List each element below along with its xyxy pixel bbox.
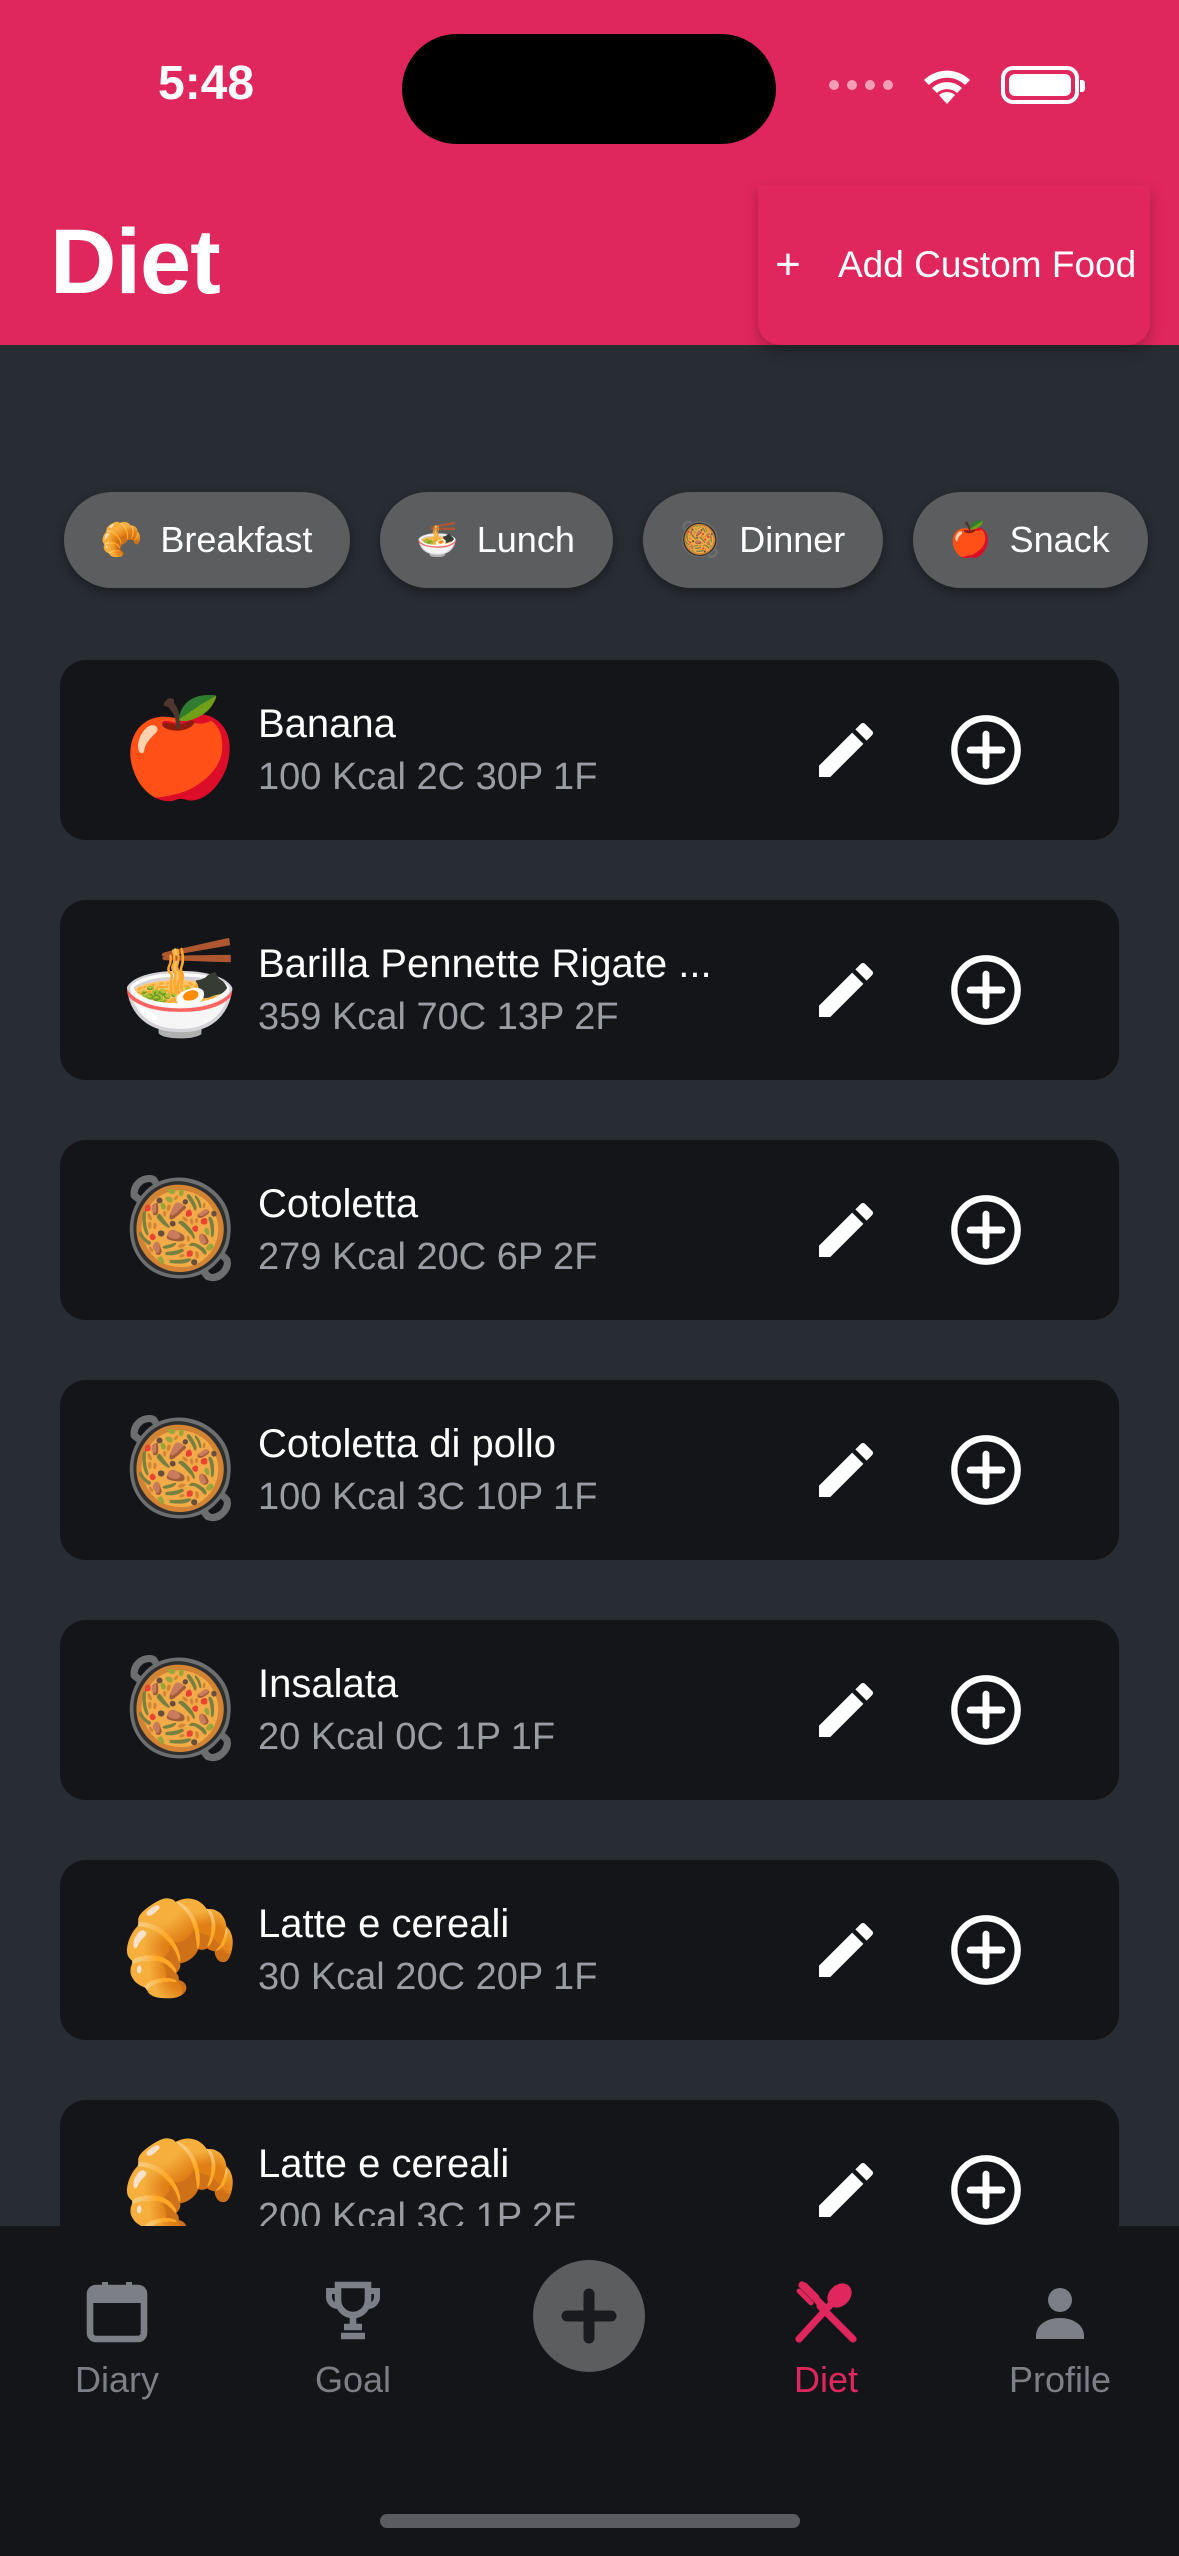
food-card[interactable]: 🥘 Insalata 20 Kcal 0C 1P 1F <box>60 1620 1119 1800</box>
plus-circle-icon[interactable] <box>948 712 1024 788</box>
tab-label: Goal <box>314 2359 392 2400</box>
tab-bar: Diary Goal Diet Profile <box>0 2226 1179 2556</box>
pencil-icon[interactable] <box>810 2154 882 2226</box>
pencil-icon[interactable] <box>810 1914 882 1986</box>
food-name: Cotoletta <box>258 1182 419 1226</box>
croissant-icon: 🥐 <box>100 521 143 559</box>
meal-filter-chips: 🥐 Breakfast 🍜 Lunch 🥘 Dinner 🍎 Snack <box>64 492 1148 588</box>
plus-circle-icon[interactable] <box>948 1912 1024 1988</box>
plus-circle-icon[interactable] <box>948 1192 1024 1268</box>
pencil-icon[interactable] <box>810 1194 882 1266</box>
paella-icon: 🥘 <box>678 521 722 559</box>
noodle-bowl-icon: 🍜 <box>416 521 459 559</box>
home-indicator <box>380 2514 800 2528</box>
food-name: Cotoletta di pollo <box>258 1422 556 1466</box>
tab-label: Diary <box>74 2359 159 2400</box>
chip-dinner[interactable]: 🥘 Dinner <box>642 492 884 588</box>
dynamic-island <box>402 34 776 144</box>
plus-circle-icon[interactable] <box>948 952 1024 1028</box>
plus-circle-icon[interactable] <box>948 1672 1024 1748</box>
status-time: 5:48 <box>158 57 255 110</box>
food-macros: 20 Kcal 0C 1P 1F <box>258 1716 556 1758</box>
food-name: Latte e cereali <box>258 2142 510 2186</box>
chip-label: Snack <box>1009 519 1110 560</box>
plus-circle-icon[interactable] <box>948 1432 1024 1508</box>
add-custom-food-label: Add Custom Food <box>838 244 1137 285</box>
food-card[interactable]: 🍜 Barilla Pennette Rigate ... 359 Kcal 7… <box>60 900 1119 1080</box>
plus-circle-icon[interactable] <box>948 2152 1024 2228</box>
pencil-icon[interactable] <box>810 714 882 786</box>
tab-label: Profile <box>1008 2359 1112 2400</box>
pencil-icon[interactable] <box>810 1434 882 1506</box>
food-name: Barilla Pennette Rigate ... <box>258 942 712 986</box>
tab-label: Diet <box>793 2359 859 2400</box>
food-card[interactable]: 🥘 Cotoletta di pollo 100 Kcal 3C 10P 1F <box>60 1380 1119 1560</box>
paella-icon: 🥘 <box>120 1655 240 1762</box>
apple-icon: 🍎 <box>949 521 992 559</box>
calendar-icon <box>86 2282 148 2343</box>
tab-diet[interactable]: Diet <box>726 2276 926 2401</box>
center-add-button[interactable] <box>533 2260 645 2372</box>
plus-icon <box>561 2288 617 2344</box>
signal-icon <box>829 80 893 90</box>
food-card[interactable]: 🥘 Cotoletta 279 Kcal 20C 6P 2F <box>60 1140 1119 1320</box>
food-name: Latte e cereali <box>258 1902 510 1946</box>
chip-breakfast[interactable]: 🥐 Breakfast <box>64 492 351 588</box>
person-icon <box>1036 2288 1084 2339</box>
add-custom-food-button[interactable]: + Add Custom Food <box>758 185 1150 345</box>
noodle-bowl-icon: 🍜 <box>120 935 240 1042</box>
food-macros: 100 Kcal 3C 10P 1F <box>258 1476 598 1518</box>
tab-goal[interactable]: Goal <box>253 2276 453 2401</box>
tab-profile[interactable]: Profile <box>960 2276 1160 2401</box>
food-name: Insalata <box>258 1662 399 1706</box>
battery-icon <box>1001 66 1085 104</box>
page-title: Diet <box>50 211 221 313</box>
status-icons <box>829 64 1085 106</box>
food-card[interactable]: 🥐 Latte e cereali 30 Kcal 20C 20P 1F <box>60 1860 1119 2040</box>
food-macros: 359 Kcal 70C 13P 2F <box>258 996 619 1038</box>
paella-icon: 🥘 <box>120 1175 240 1282</box>
chip-label: Lunch <box>476 519 575 560</box>
paella-icon: 🥘 <box>120 1415 240 1522</box>
chip-label: Dinner <box>739 519 846 560</box>
apple-icon: 🍎 <box>120 695 240 802</box>
chip-lunch[interactable]: 🍜 Lunch <box>380 492 613 588</box>
wifi-icon <box>924 70 970 104</box>
food-card[interactable]: 🍎 Banana 100 Kcal 2C 30P 1F <box>60 660 1119 840</box>
pencil-icon[interactable] <box>810 1674 882 1746</box>
header: 5:48 Diet + Add Custom Food <box>0 0 1179 345</box>
food-macros: 279 Kcal 20C 6P 2F <box>258 1236 598 1278</box>
food-name: Banana <box>258 702 396 746</box>
trophy-icon <box>326 2281 380 2340</box>
chip-label: Breakfast <box>160 519 313 560</box>
tab-diary[interactable]: Diary <box>17 2276 217 2401</box>
plus-icon: + <box>775 240 801 289</box>
chip-snack[interactable]: 🍎 Snack <box>913 492 1148 588</box>
pencil-icon[interactable] <box>810 954 882 1026</box>
food-macros: 100 Kcal 2C 30P 1F <box>258 756 598 798</box>
fork-spoon-icon <box>795 2281 857 2343</box>
croissant-icon: 🥐 <box>120 1895 240 2002</box>
food-macros: 30 Kcal 20C 20P 1F <box>258 1956 598 1998</box>
